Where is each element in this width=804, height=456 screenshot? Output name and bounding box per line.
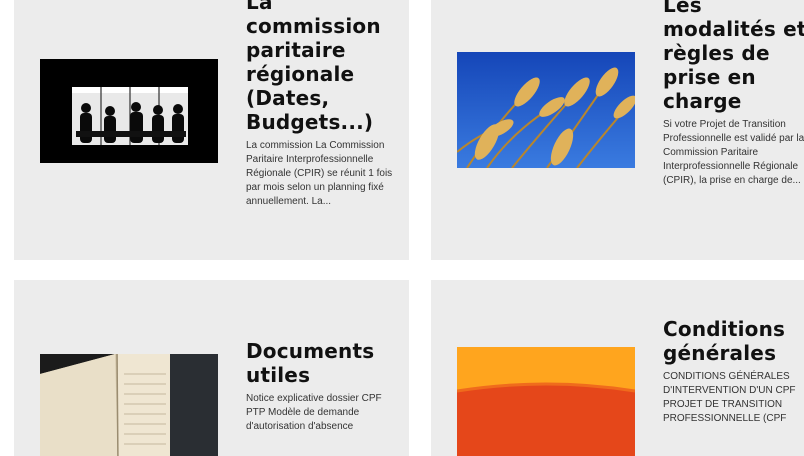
article-card-body: Documents utiles Notice explicative doss… [246,339,396,434]
article-title[interactable]: Documents utiles [246,339,396,387]
notebook-image[interactable] [40,354,218,456]
article-title[interactable]: La commission paritaire régionale (Dates… [246,0,396,134]
articles-grid: La commission paritaire régionale (Dates… [0,0,804,456]
wheat-sky-graphic [457,52,635,168]
meeting-silhouette-image[interactable] [40,59,218,163]
article-excerpt: Si votre Projet de Transition Profession… [663,119,804,186]
article-card-body: Les modalités et règles de prise en char… [663,0,804,188]
wheat-sky-image[interactable] [457,52,635,168]
notebook-graphic [40,354,218,456]
article-card-documents[interactable]: Documents utiles Notice explicative doss… [14,280,409,456]
article-title[interactable]: Conditions générales [663,317,804,365]
article-card-commission[interactable]: La commission paritaire régionale (Dates… [14,0,409,260]
orange-abstract-image[interactable] [457,347,635,456]
orange-abstract-graphic [457,347,635,456]
article-excerpt: CONDITIONS GÉNÉRALES D'INTERVENTION D'UN… [663,371,796,424]
meeting-silhouette-graphic [40,59,218,163]
article-excerpt: Notice explicative dossier CPF PTP Modèl… [246,393,382,432]
article-card-body: Conditions générales CONDITIONS GÉNÉRALE… [663,317,804,426]
article-card-conditions[interactable]: Conditions générales CONDITIONS GÉNÉRALE… [431,280,804,456]
article-card-modalites[interactable]: Les modalités et règles de prise en char… [431,0,804,260]
article-excerpt: La commission La Commission Paritaire In… [246,140,393,207]
article-card-body: La commission paritaire régionale (Dates… [246,0,396,209]
article-title[interactable]: Les modalités et règles de prise en char… [663,0,804,113]
